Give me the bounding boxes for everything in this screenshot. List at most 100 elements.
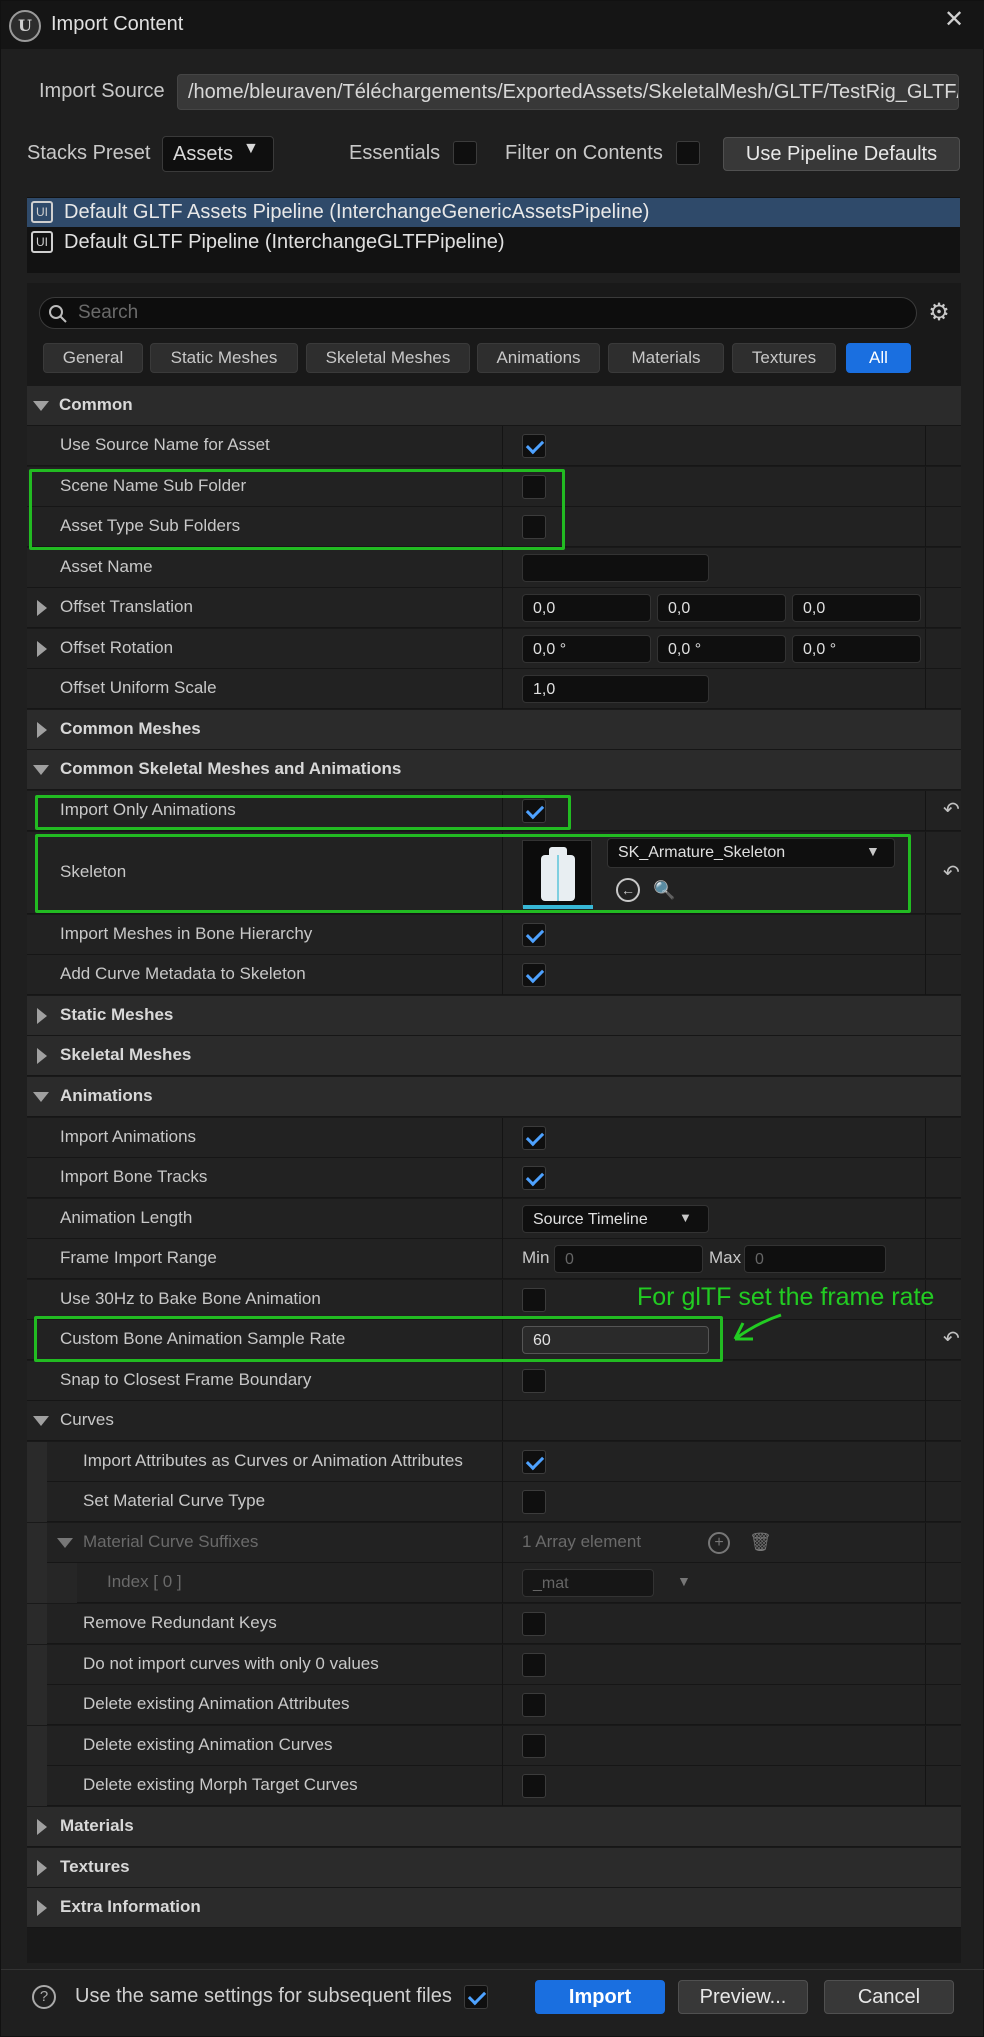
scene-sub-folder-checkbox[interactable]: [522, 475, 546, 499]
category-common-skeletal[interactable]: Common Skeletal Meshes and Animations: [27, 750, 961, 790]
tab-general[interactable]: General: [43, 343, 143, 373]
property-label: Use Source Name for Asset: [60, 435, 270, 454]
tab-textures[interactable]: Textures: [732, 343, 836, 373]
same-settings-label: Use the same settings for subsequent fil…: [75, 1985, 452, 2007]
collapsed-arrow-icon: [37, 722, 47, 738]
skeleton-thumbnail: [522, 840, 593, 909]
import-meshes-bone-checkbox[interactable]: [522, 923, 546, 947]
pipeline-item-assets[interactable]: UI Default GLTF Assets Pipeline (Interch…: [27, 198, 960, 227]
frame-min-input[interactable]: 0: [554, 1245, 703, 1273]
rotation-z-input[interactable]: 0,0 °: [792, 635, 921, 663]
rotation-x-input[interactable]: 0,0 °: [522, 635, 651, 663]
property-label: Offset Translation: [60, 597, 193, 616]
property-label: Index [ 0 ]: [107, 1572, 182, 1591]
custom-sample-rate-input[interactable]: 60: [522, 1326, 709, 1354]
cancel-button[interactable]: Cancel: [824, 1980, 954, 2014]
close-icon[interactable]: ✕: [939, 5, 969, 35]
row-import-meshes-bone: Import Meshes in Bone Hierarchy: [27, 915, 961, 955]
use-pipeline-defaults-button[interactable]: Use Pipeline Defaults: [723, 137, 960, 171]
skeleton-asset-icon: [523, 847, 593, 909]
property-label: Offset Rotation: [60, 638, 174, 657]
snap-frame-checkbox[interactable]: [522, 1369, 546, 1393]
category-materials[interactable]: Materials: [27, 1807, 961, 1847]
uniform-scale-input[interactable]: 1,0: [522, 675, 709, 703]
expanded-arrow-icon: [33, 765, 49, 775]
translation-z-input[interactable]: 0,0: [792, 594, 921, 622]
remove-redundant-checkbox[interactable]: [522, 1612, 546, 1636]
trash-icon[interactable]: 🗑: [749, 1531, 772, 1553]
tab-all[interactable]: All: [846, 343, 911, 373]
import-bone-tracks-checkbox[interactable]: [522, 1166, 546, 1190]
essentials-checkbox[interactable]: [453, 141, 477, 165]
tab-skeletal-meshes[interactable]: Skeletal Meshes: [306, 343, 470, 373]
expanded-arrow-icon[interactable]: [57, 1538, 73, 1548]
stacks-preset-dropdown[interactable]: Assets ▼: [162, 136, 274, 172]
import-attributes-checkbox[interactable]: [522, 1450, 546, 1474]
row-asset-name: Asset Name: [27, 548, 961, 588]
tab-static-meshes[interactable]: Static Meshes: [150, 343, 298, 373]
row-add-curve-metadata: Add Curve Metadata to Skeleton: [27, 955, 961, 995]
animation-length-dropdown[interactable]: Source Timeline ▼: [522, 1205, 709, 1233]
property-label: Skeleton: [60, 862, 127, 881]
translation-y-input[interactable]: 0,0: [657, 594, 786, 622]
set-material-curve-checkbox[interactable]: [522, 1490, 546, 1514]
category-common-meshes[interactable]: Common Meshes: [27, 710, 961, 750]
reset-arrow-icon[interactable]: ↶: [943, 799, 965, 821]
delete-attributes-checkbox[interactable]: [522, 1693, 546, 1717]
category-label: Static Meshes: [60, 1005, 174, 1024]
row-material-curve-suffixes: Material Curve Suffixes 1 Array element …: [27, 1523, 961, 1563]
help-icon[interactable]: ?: [32, 1985, 56, 2009]
asset-type-sub-folders-checkbox[interactable]: [522, 515, 546, 539]
reset-arrow-icon[interactable]: ↶: [943, 862, 965, 884]
filter-on-contents-label: Filter on Contents: [505, 142, 663, 164]
same-settings-checkbox[interactable]: [464, 1985, 488, 2009]
category-label: Skeletal Meshes: [60, 1045, 192, 1064]
delete-morph-checkbox[interactable]: [522, 1774, 546, 1798]
category-label: Curves: [60, 1410, 114, 1429]
translation-x-input[interactable]: 0,0: [522, 594, 651, 622]
row-skeleton: Skeleton SK_Armature_Skeleton ▼ ← 🔍 ↶: [27, 832, 961, 914]
preview-button[interactable]: Preview...: [678, 1980, 808, 2014]
tab-animations[interactable]: Animations: [477, 343, 600, 373]
property-label: Add Curve Metadata to Skeleton: [60, 964, 306, 983]
row-delete-morph: Delete existing Morph Target Curves: [27, 1766, 961, 1806]
add-element-icon[interactable]: +: [708, 1532, 730, 1554]
import-animations-checkbox[interactable]: [522, 1126, 546, 1150]
use-source-name-checkbox[interactable]: [522, 434, 546, 458]
filter-on-contents-checkbox[interactable]: [676, 141, 700, 165]
category-extra-information[interactable]: Extra Information: [27, 1888, 961, 1928]
use-selected-asset-icon[interactable]: ←: [616, 878, 640, 902]
property-label: Frame Import Range: [60, 1248, 217, 1267]
skeleton-dropdown[interactable]: SK_Armature_Skeleton ▼: [607, 838, 895, 868]
no-zero-curves-checkbox[interactable]: [522, 1653, 546, 1677]
row-index-0: Index [ 0 ] _mat ▼: [27, 1563, 961, 1603]
frame-max-input[interactable]: 0: [744, 1245, 886, 1273]
import-button[interactable]: Import: [535, 1980, 665, 2014]
asset-name-input[interactable]: [522, 554, 709, 582]
pipeline-icon: UI: [31, 231, 53, 253]
pipeline-item-gltf[interactable]: UI Default GLTF Pipeline (InterchangeGLT…: [27, 228, 960, 257]
category-static-meshes[interactable]: Static Meshes: [27, 996, 961, 1036]
reset-arrow-icon[interactable]: ↶: [943, 1328, 965, 1350]
search-input[interactable]: Search: [39, 297, 917, 329]
import-only-animations-checkbox[interactable]: [522, 799, 546, 823]
use-30hz-checkbox[interactable]: [522, 1288, 546, 1312]
index-0-input[interactable]: _mat: [522, 1569, 654, 1597]
collapsed-arrow-icon[interactable]: [37, 600, 47, 616]
category-skeletal-meshes[interactable]: Skeletal Meshes: [27, 1036, 961, 1076]
import-source-path[interactable]: /home/bleuraven/Téléchargements/Exported…: [177, 74, 959, 110]
gear-icon[interactable]: ⚙: [926, 300, 952, 326]
unreal-logo-icon: U: [9, 10, 41, 42]
add-curve-metadata-checkbox[interactable]: [522, 963, 546, 987]
property-label: Custom Bone Animation Sample Rate: [60, 1329, 346, 1348]
chevron-down-icon[interactable]: ▼: [677, 1573, 691, 1589]
category-textures[interactable]: Textures: [27, 1848, 961, 1888]
collapsed-arrow-icon[interactable]: [37, 641, 47, 657]
subcategory-curves[interactable]: Curves: [27, 1401, 961, 1441]
tab-materials[interactable]: Materials: [608, 343, 724, 373]
category-common[interactable]: Common: [27, 386, 961, 426]
rotation-y-input[interactable]: 0,0 °: [657, 635, 786, 663]
browse-asset-icon[interactable]: 🔍: [653, 878, 677, 902]
delete-curves-checkbox[interactable]: [522, 1734, 546, 1758]
category-animations[interactable]: Animations: [27, 1077, 961, 1117]
